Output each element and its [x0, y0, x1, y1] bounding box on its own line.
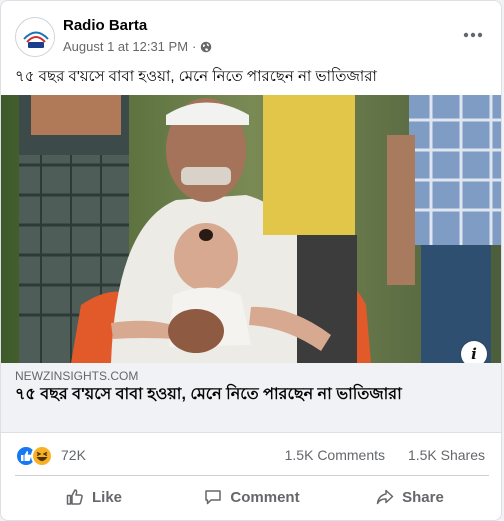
page-name[interactable]: Radio Barta [63, 17, 147, 34]
like-button[interactable]: Like [15, 479, 173, 515]
actions-divider [15, 475, 489, 476]
post-actions: Like Comment Share [15, 479, 489, 515]
more-options-button[interactable] [459, 21, 487, 49]
link-title[interactable]: ৭৫ বছর ব'য়সে বাবা হওয়া, মেনে নিতে পারছ… [15, 385, 485, 405]
info-icon[interactable]: i [461, 341, 487, 363]
radio-barta-logo-icon [17, 19, 54, 56]
meta-separator: · [192, 39, 197, 54]
comments-count[interactable]: 1.5K Comments [285, 447, 385, 463]
post-text: ৭৫ বছর ব'য়সে বাবা হওয়া, মেনে নিতে পারছ… [15, 68, 377, 85]
post-photo[interactable]: i [1, 95, 501, 363]
share-arrow-icon [376, 489, 394, 505]
post-header: Radio Barta August 1 at 12:31 PM · [15, 15, 491, 59]
more-dots-icon [463, 32, 483, 38]
link-preview[interactable]: NEWZINSIGHTS.COM ৭৫ বছর ব'য়সে বাবা হওয়… [1, 363, 501, 433]
share-button[interactable]: Share [331, 479, 489, 515]
post-timestamp[interactable]: August 1 at 12:31 PM [63, 39, 188, 54]
share-label: Share [402, 488, 444, 506]
post-meta: August 1 at 12:31 PM · [63, 39, 212, 54]
comment-button[interactable]: Comment [173, 479, 331, 515]
photo-elderly-man-holding-baby [1, 95, 501, 363]
reactions-icons [15, 445, 53, 467]
globe-icon[interactable] [200, 41, 212, 53]
thumbs-up-icon [66, 489, 83, 505]
link-domain: NEWZINSIGHTS.COM [15, 369, 139, 383]
reaction-count[interactable]: 72K [61, 447, 86, 463]
shares-count[interactable]: 1.5K Shares [408, 447, 485, 463]
post-card: Radio Barta August 1 at 12:31 PM · ৭৫ বছ… [0, 0, 502, 521]
comment-label: Comment [230, 488, 300, 506]
avatar[interactable] [15, 17, 55, 57]
like-label: Like [91, 488, 122, 506]
comment-icon [205, 490, 222, 505]
reactions-summary[interactable] [15, 445, 55, 467]
haha-icon [31, 445, 53, 467]
post-stats: 72K 1.5K Comments 1.5K Shares [15, 443, 489, 469]
